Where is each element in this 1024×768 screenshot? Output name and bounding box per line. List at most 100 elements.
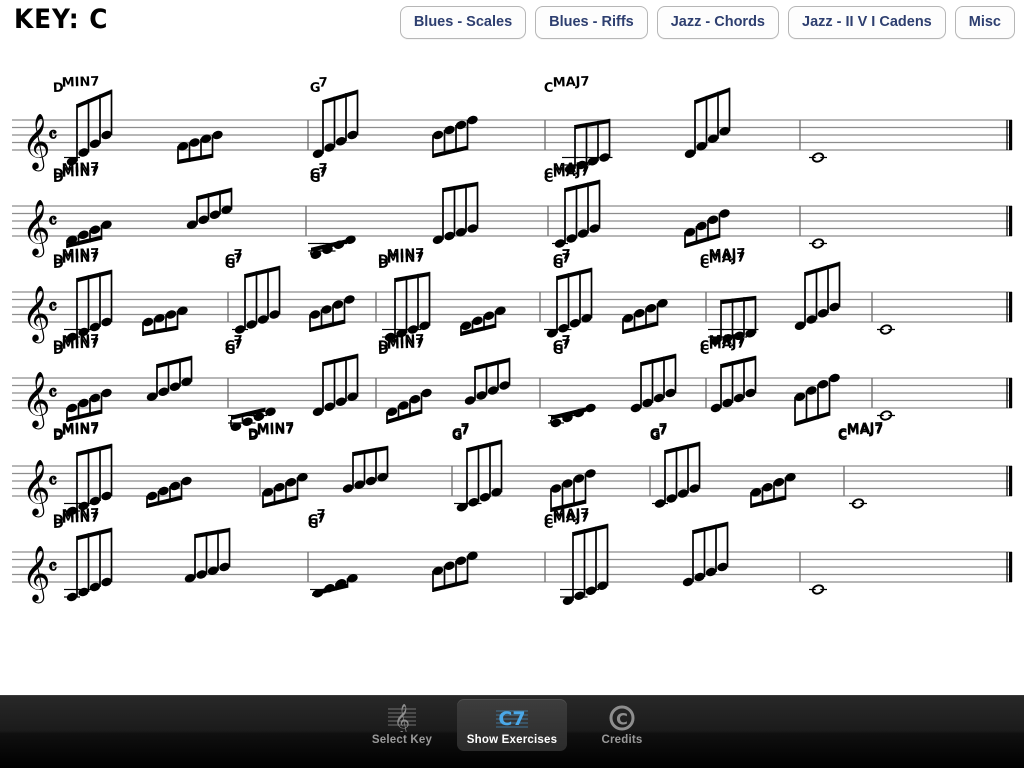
beam-group xyxy=(64,269,113,342)
svg-text:C: C xyxy=(616,710,628,729)
chord-quality: 7 xyxy=(233,333,243,348)
chord-quality: MIN7 xyxy=(61,420,99,436)
whole-note xyxy=(877,324,895,335)
staff-system-2: 𝄞𝄴DMIN7 G7 CMAJ7DMIN7 G7 DMIN7 G7 CMAJ7 xyxy=(12,160,1013,272)
chord-symbol: G7 xyxy=(650,421,668,442)
beam-group xyxy=(460,306,506,336)
staff-system-3: 𝄞𝄴DMIN7 G7 DMIN7 G7 CMAJ7DMIN7 G7 DMIN7 G7 CMAJ7 xyxy=(12,246,1013,358)
chord-symbol: DMIN7 xyxy=(53,420,100,442)
beam-group xyxy=(232,265,281,334)
chord-quality: 7 xyxy=(316,507,326,522)
chord-symbol: DMIN7 xyxy=(248,420,295,442)
chord-quality: 7 xyxy=(233,247,243,262)
beam-group xyxy=(630,353,677,413)
treble-clef-icon: 𝄞 xyxy=(22,286,50,344)
treble-clef-icon: 𝄞 xyxy=(22,372,50,430)
time-signature: 𝄴 xyxy=(48,381,57,405)
time-signature: 𝄴 xyxy=(48,555,57,579)
beam-group xyxy=(652,441,701,508)
whole-note xyxy=(849,498,867,509)
chord-symbol-icon: C7 xyxy=(494,704,530,732)
treble-clef-icon: 𝄞 xyxy=(22,200,50,258)
whole-note xyxy=(809,152,827,163)
chord-quality: MAJ7 xyxy=(552,506,589,522)
chord-quality: 7 xyxy=(658,421,668,436)
beam-group xyxy=(64,443,113,516)
treble-clef-icon: 𝄞 xyxy=(22,460,50,518)
tab-item-select-key[interactable]: 𝄞 Select Key xyxy=(347,699,457,751)
beam-group xyxy=(560,523,609,605)
tab-item-label: Select Key xyxy=(371,734,433,746)
score-area[interactable]: 𝄞 𝄴 D MIN7 G 7 C MAJ7 D MIN7 G 7 C MAJ7 𝄞 𝄴 D MIN7 G 7 C MAJ7… xyxy=(0,46,1024,696)
whole-note xyxy=(809,238,827,249)
treble-clef-icon: 𝄞 xyxy=(22,114,50,172)
chord-quality: MAJ7 xyxy=(552,160,589,176)
chord-quality: MIN7 xyxy=(61,506,99,522)
beam-group xyxy=(432,551,478,592)
chord-quality: MAJ7 xyxy=(708,246,745,262)
copyright-icon: C xyxy=(608,704,636,732)
category-button-misc[interactable]: Misc xyxy=(954,6,1015,39)
chord-symbol: DMIN7 xyxy=(53,74,100,96)
beam-group xyxy=(184,527,231,583)
chord-quality: 7 xyxy=(318,161,328,176)
chord-quality: 7 xyxy=(561,333,571,348)
beam-group xyxy=(548,403,596,428)
category-button-blues-scales[interactable]: Blues - Scales xyxy=(399,6,527,39)
beam-group xyxy=(682,521,729,587)
chord-quality: MIN7 xyxy=(256,420,294,436)
chord-quality: MIN7 xyxy=(61,246,99,262)
beam-group xyxy=(146,476,192,508)
whole-note xyxy=(809,584,827,595)
chord-quality: MIN7 xyxy=(61,160,99,176)
beam-group xyxy=(186,187,233,229)
beam-group xyxy=(684,87,731,158)
treble-clef-icon: 𝄞 xyxy=(22,546,50,604)
tab-item-label: Credits xyxy=(601,734,643,746)
category-button-blues-riffs[interactable]: Blues - Riffs xyxy=(535,6,648,39)
beam-group xyxy=(544,267,593,338)
chord-symbol: CMAJ7 xyxy=(544,74,590,96)
beam-group xyxy=(454,439,503,512)
chord-quality: MAJ7 xyxy=(846,420,883,436)
whole-note xyxy=(877,410,895,421)
chord-quality: 7 xyxy=(460,421,470,436)
chord-symbol: G7 xyxy=(310,75,328,96)
staff-system-1: 𝄞𝄴DMIN7 G7 CMAJ7DMIN7 G7 CMAJ7 xyxy=(12,74,1013,186)
chord-quality: MIN7 xyxy=(386,332,424,348)
beam-group xyxy=(550,469,596,512)
chord-symbol: G7 xyxy=(452,421,470,442)
beam-group xyxy=(310,574,358,598)
svg-text:C7: C7 xyxy=(498,708,525,730)
chord-quality: MIN7 xyxy=(61,332,99,348)
beam-group xyxy=(794,261,841,330)
tab-bar-items: 𝄞 Select Key C7 Show Exercises C Credits xyxy=(347,699,677,751)
beam-group xyxy=(262,473,308,508)
category-button-jazz-ii-v-i-cadens[interactable]: Jazz - II V I Cadens xyxy=(788,6,946,39)
time-signature: 𝄴 xyxy=(48,295,57,319)
category-button-jazz-chords[interactable]: Jazz - Chords xyxy=(656,6,779,39)
chord-quality: 7 xyxy=(318,75,328,90)
beam-group xyxy=(342,445,389,493)
beam-group xyxy=(66,220,112,248)
page-title: KEY: C xyxy=(14,4,109,35)
music-score: 𝄞𝄴DMIN7 G7 CMAJ7DMIN7 G7 CMAJ7𝄞𝄴DMIN7 G7 CMAJ7… xyxy=(12,74,1013,605)
treble-clef-icon: 𝄞 xyxy=(385,704,419,732)
chord-quality: MIN7 xyxy=(386,246,424,262)
beam-group xyxy=(464,357,511,405)
beam-group xyxy=(312,89,359,158)
tab-item-credits[interactable]: C Credits xyxy=(567,699,677,751)
category-button-group: Blues - Scales Blues - Riffs Jazz - Chords… xyxy=(399,6,1015,39)
bottom-tab-bar: 𝄞 Select Key C7 Show Exercises C Credits xyxy=(0,695,1024,768)
chord-quality: 7 xyxy=(561,247,571,262)
chord-quality: MIN7 xyxy=(61,74,99,90)
tab-item-show-exercises[interactable]: C7 Show Exercises xyxy=(457,699,567,751)
beam-group xyxy=(622,299,668,334)
beam-group xyxy=(142,306,188,336)
beam-group xyxy=(432,115,478,158)
time-signature: 𝄴 xyxy=(48,469,57,493)
time-signature: 𝄴 xyxy=(48,209,57,233)
chord-quality: MAJ7 xyxy=(708,332,745,348)
beam-group xyxy=(794,373,840,426)
beam-group xyxy=(146,355,193,401)
